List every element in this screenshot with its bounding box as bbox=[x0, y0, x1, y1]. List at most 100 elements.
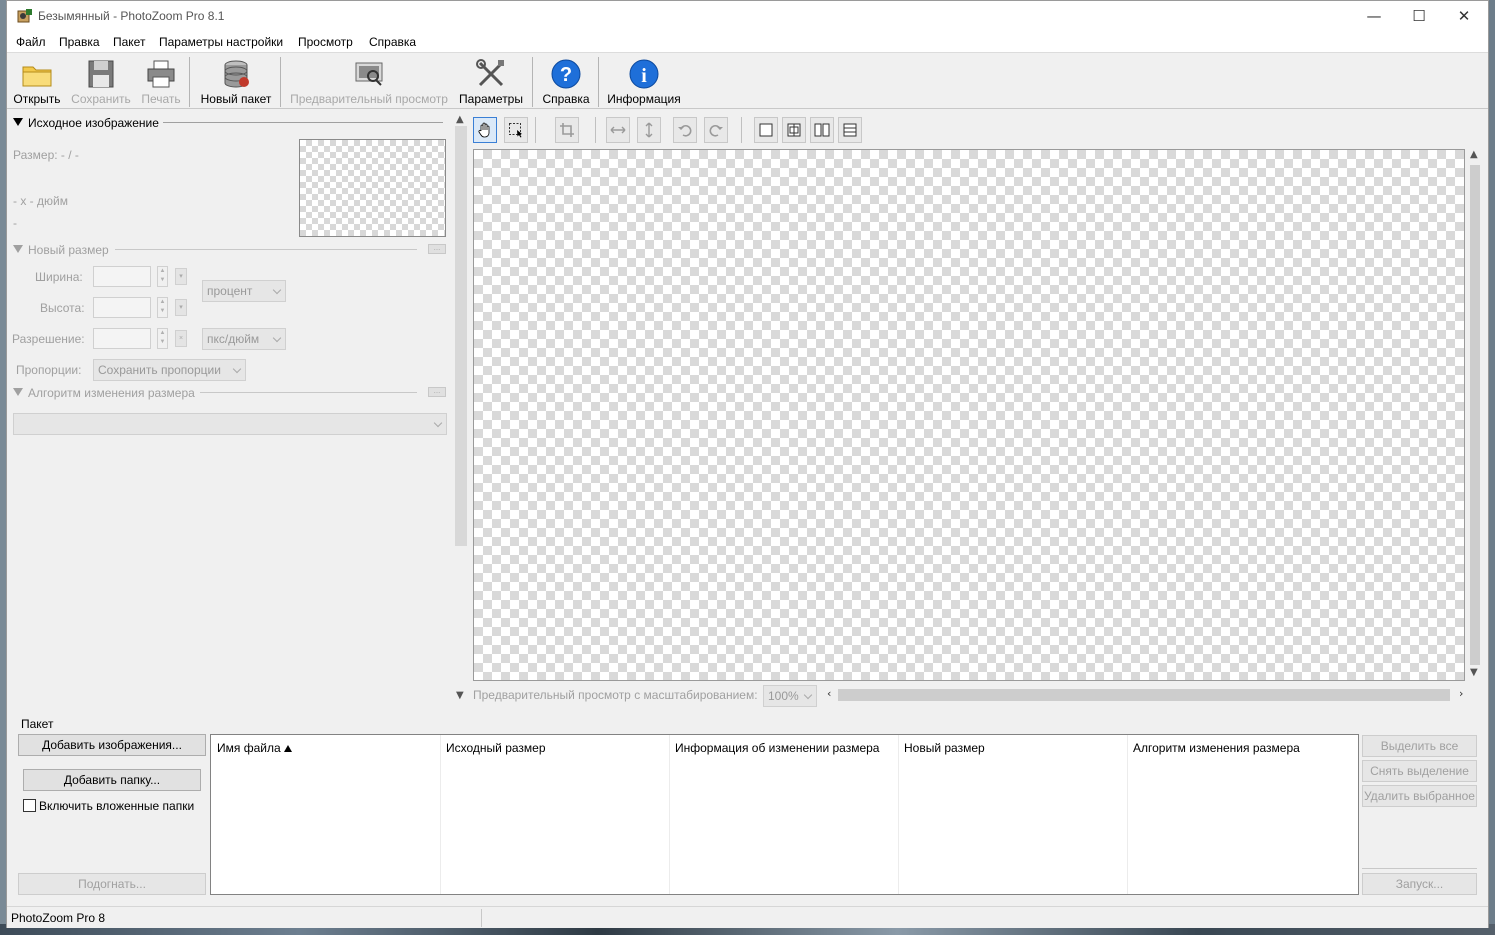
preview-button[interactable]: Предварительный просмотр bbox=[287, 56, 451, 108]
info-button[interactable]: i Информация bbox=[605, 56, 683, 108]
include-subfolders-label: Включить вложенные папки bbox=[39, 799, 195, 813]
deselect-button[interactable]: Снять выделение bbox=[1362, 760, 1477, 782]
fit-button[interactable]: Подогнать... bbox=[18, 873, 206, 895]
scroll-up-icon[interactable]: ▲ bbox=[1470, 149, 1478, 160]
menu-edit[interactable]: Правка bbox=[59, 35, 100, 49]
batch-file-table[interactable]: Имя файла Исходный размер Информация об … bbox=[210, 734, 1359, 895]
floppy-disk-icon bbox=[88, 60, 114, 88]
print-label: Печать bbox=[141, 92, 181, 106]
view-toolbar-separator bbox=[741, 117, 742, 143]
preview-canvas[interactable] bbox=[473, 149, 1465, 681]
height-link-button[interactable]: ▾ bbox=[175, 299, 187, 316]
rotate-right-button[interactable] bbox=[704, 117, 728, 143]
maximize-button[interactable]: ☐ bbox=[1396, 1, 1442, 32]
minimize-button[interactable]: — bbox=[1351, 1, 1397, 32]
column-separator bbox=[1127, 735, 1128, 894]
resolution-input[interactable] bbox=[93, 328, 151, 349]
menu-settings[interactable]: Параметры настройки bbox=[159, 35, 283, 49]
size-unit-select[interactable]: процент bbox=[202, 280, 286, 302]
algorithm-options-button[interactable]: ... bbox=[428, 387, 446, 397]
new-batch-label: Новый пакет bbox=[200, 92, 272, 106]
resolution-spinner[interactable]: ▲ ▼ bbox=[157, 328, 168, 349]
rotate-left-button[interactable] bbox=[673, 117, 697, 143]
selection-tool-button[interactable] bbox=[504, 117, 528, 143]
source-extra-text: - bbox=[13, 216, 17, 230]
scroll-down-icon[interactable]: ▼ bbox=[456, 690, 464, 701]
height-spinner[interactable]: ▲ ▼ bbox=[157, 297, 168, 318]
settings-button[interactable]: Параметры bbox=[457, 56, 525, 108]
chevron-down-icon bbox=[232, 364, 242, 374]
single-view-button[interactable] bbox=[754, 117, 778, 143]
settings-label: Параметры bbox=[459, 92, 523, 106]
remove-selected-button[interactable]: Удалить выбранное bbox=[1362, 785, 1477, 807]
column-header-new-size[interactable]: Новый размер bbox=[904, 741, 985, 755]
new-size-header[interactable]: Новый размер bbox=[13, 243, 109, 257]
close-button[interactable]: ✕ bbox=[1441, 1, 1487, 32]
open-button[interactable]: Открыть bbox=[9, 56, 65, 108]
resolution-label: Разрешение: bbox=[12, 332, 85, 346]
column-header-filename[interactable]: Имя файла bbox=[217, 741, 292, 755]
algorithm-select[interactable] bbox=[13, 413, 447, 435]
preview-vertical-scrollbar[interactable]: ▲ ▼ bbox=[1467, 149, 1483, 681]
column-separator bbox=[440, 735, 441, 894]
include-subfolders-checkbox[interactable] bbox=[23, 799, 36, 812]
chevron-down-icon bbox=[272, 333, 282, 343]
status-separator bbox=[481, 909, 482, 927]
photozoom-app-icon bbox=[17, 9, 32, 23]
view-toolbar-separator bbox=[535, 117, 536, 143]
proportions-select[interactable]: Сохранить пропорции bbox=[93, 359, 246, 381]
resolution-unit-select[interactable]: пкс/дюйм bbox=[202, 328, 286, 350]
width-spinner[interactable]: ▲ ▼ bbox=[157, 266, 168, 287]
scroll-left-icon[interactable]: ‹ bbox=[827, 687, 831, 700]
resolution-link-button[interactable]: × bbox=[175, 330, 187, 347]
menu-file[interactable]: Файл bbox=[16, 35, 46, 49]
menu-batch[interactable]: Пакет bbox=[113, 35, 145, 49]
size-unit-value: процент bbox=[207, 284, 253, 298]
scrollbar-thumb[interactable] bbox=[1470, 165, 1480, 665]
add-images-button[interactable]: Добавить изображения... bbox=[18, 734, 206, 756]
menu-help[interactable]: Справка bbox=[369, 35, 416, 49]
new-batch-button[interactable]: Новый пакет bbox=[195, 56, 277, 108]
flip-horizontal-button[interactable] bbox=[606, 117, 630, 143]
scroll-right-icon[interactable]: › bbox=[1459, 687, 1463, 700]
help-button[interactable]: ? Справка bbox=[537, 56, 595, 108]
print-button[interactable]: Печать bbox=[135, 56, 187, 108]
menu-view[interactable]: Просмотр bbox=[298, 35, 353, 49]
zoom-value: 100% bbox=[768, 689, 799, 703]
height-input[interactable] bbox=[93, 297, 151, 318]
scroll-down-icon[interactable]: ▼ bbox=[1470, 667, 1478, 678]
save-label: Сохранить bbox=[71, 92, 131, 106]
algorithm-header[interactable]: Алгоритм изменения размера bbox=[13, 386, 195, 400]
preview-horizontal-scrollbar[interactable] bbox=[838, 689, 1450, 701]
hand-tool-button[interactable] bbox=[473, 117, 497, 143]
settings-panel-scrollbar[interactable]: ▲ ▼ bbox=[453, 114, 467, 704]
folder-icon bbox=[22, 66, 52, 87]
width-label: Ширина: bbox=[35, 270, 83, 284]
settings-panel: Исходное изображение Размер: - / - - x -… bbox=[7, 110, 453, 710]
stacked-view-button[interactable] bbox=[838, 117, 862, 143]
proportions-label: Пропорции: bbox=[16, 363, 82, 377]
zoom-select[interactable]: 100% bbox=[763, 685, 817, 707]
add-folder-button[interactable]: Добавить папку... bbox=[23, 769, 201, 791]
height-label: Высота: bbox=[40, 301, 85, 315]
source-image-header[interactable]: Исходное изображение bbox=[13, 116, 159, 130]
split-view-icon bbox=[787, 123, 801, 137]
batch-panel: Пакет Добавить изображения... Добавить п… bbox=[7, 713, 1488, 903]
width-link-button[interactable]: ▾ bbox=[175, 268, 187, 285]
help-label: Справка bbox=[542, 92, 590, 106]
side-by-side-button[interactable] bbox=[810, 117, 834, 143]
run-button[interactable]: Запуск... bbox=[1362, 873, 1477, 895]
column-header-algorithm[interactable]: Алгоритм изменения размера bbox=[1133, 741, 1300, 755]
crop-button[interactable] bbox=[555, 117, 579, 143]
select-all-button[interactable]: Выделить все bbox=[1362, 735, 1477, 757]
new-size-options-button[interactable]: ... bbox=[428, 244, 446, 254]
scroll-up-icon[interactable]: ▲ bbox=[456, 114, 464, 125]
column-header-resize-info[interactable]: Информация об изменении размера bbox=[675, 741, 879, 755]
column-header-source-size[interactable]: Исходный размер bbox=[446, 741, 546, 755]
flip-vertical-button[interactable] bbox=[637, 117, 661, 143]
scrollbar-thumb[interactable] bbox=[455, 126, 467, 546]
save-button[interactable]: Сохранить bbox=[69, 56, 133, 108]
width-input[interactable] bbox=[93, 266, 151, 287]
split-view-button[interactable] bbox=[782, 117, 806, 143]
zoom-label: Предварительный просмотр с масштабирован… bbox=[473, 688, 758, 702]
